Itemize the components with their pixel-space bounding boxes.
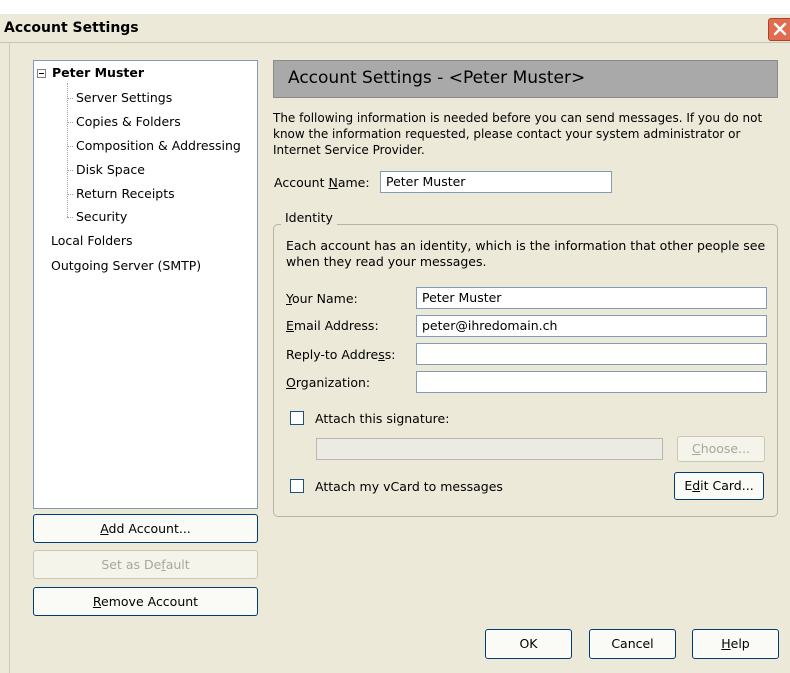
cancel-button[interactable]: Cancel (589, 629, 676, 659)
account-name-label-pre: Account (274, 175, 329, 190)
attach-signature-label[interactable]: Attach this signature: (315, 411, 449, 426)
your-name-label-post: our Name: (291, 291, 358, 306)
tree-connector (67, 194, 73, 195)
help-label: elp (730, 636, 750, 651)
tree-connector (67, 217, 73, 218)
attach-vcard-checkbox[interactable] (290, 479, 304, 493)
intro-text: The following information is needed befo… (273, 111, 763, 157)
reply-to-label: Reply-to Address: (286, 347, 395, 362)
account-name-label: Account Name: (274, 175, 370, 190)
identity-description: Each account has an identity, which is t… (286, 238, 766, 269)
choose-accesskey: C (691, 441, 701, 456)
account-name-field[interactable]: Peter Muster (380, 171, 612, 193)
attach-signature-checkbox[interactable] (290, 411, 304, 425)
reply-to-label-post: s: (384, 347, 396, 362)
close-icon (773, 22, 787, 36)
email-address-field[interactable]: peter@ihredomain.ch (416, 315, 767, 337)
email-label-post: mail Address: (293, 318, 379, 333)
close-button[interactable] (768, 18, 790, 41)
email-label: Email Address: (286, 318, 379, 333)
title-bar[interactable]: Account Settings (0, 14, 790, 43)
panel-title: Account Settings - <Peter Muster> (288, 68, 586, 88)
signature-file-field[interactable] (316, 438, 663, 460)
remove-account-label-rest: emove Account (101, 594, 199, 609)
attach-vcard-label[interactable]: Attach my vCard to messages (315, 479, 503, 494)
collapse-icon[interactable] (37, 69, 46, 78)
tree-item-composition-addressing[interactable]: Composition & Addressing (76, 138, 241, 153)
email-accesskey: E (286, 318, 294, 333)
organization-label: Organization: (286, 375, 370, 390)
tree-item-outgoing-server[interactable]: Outgoing Server (SMTP) (51, 258, 201, 273)
window-border (9, 42, 10, 673)
account-name-label-post: ame: (337, 175, 370, 190)
your-name-field[interactable]: Peter Muster (416, 287, 767, 309)
tree-connector (67, 122, 73, 123)
account-tree[interactable]: Peter Muster Server Settings Copies & Fo… (33, 60, 258, 509)
choose-button[interactable]: Choose... (677, 436, 765, 462)
organization-field[interactable] (416, 371, 767, 393)
add-account-button[interactable]: Add Account... (33, 514, 258, 543)
edit-card-label-post: it Card... (700, 478, 754, 493)
tree-item-copies-folders[interactable]: Copies & Folders (76, 114, 181, 129)
set-as-default-button[interactable]: Set as Default (33, 550, 258, 579)
your-name-label: Your Name: (286, 291, 358, 306)
remove-account-button[interactable]: Remove Account (33, 587, 258, 616)
tree-connector (67, 146, 73, 147)
tree-item-local-folders[interactable]: Local Folders (51, 233, 133, 248)
edit-card-button[interactable]: Edit Card... (674, 472, 764, 500)
tree-connector (67, 170, 73, 171)
tree-connector (67, 98, 73, 99)
reply-to-label-pre: Reply-to Addre (286, 347, 379, 362)
organization-accesskey: O (286, 375, 296, 390)
tree-item-disk-space[interactable]: Disk Space (76, 162, 145, 177)
add-account-label-rest: dd Account... (108, 521, 191, 536)
tree-item-return-receipts[interactable]: Return Receipts (76, 186, 175, 201)
reply-to-field[interactable] (416, 343, 767, 365)
panel-header: Account Settings - <Peter Muster> (273, 60, 778, 98)
account-name-accesskey: N (328, 175, 338, 190)
window-title: Account Settings (4, 20, 139, 36)
edit-card-accesskey: d (692, 478, 701, 493)
identity-legend: Identity (281, 210, 337, 225)
add-account-accesskey: A (100, 521, 109, 536)
organization-label-post: rganization: (295, 375, 371, 390)
tree-guide-line (67, 83, 68, 217)
set-default-label: Set as De (101, 557, 162, 572)
choose-label: hoose... (700, 441, 751, 456)
tree-item-peter-muster[interactable]: Peter Muster (52, 65, 144, 80)
set-default-label-rest: ault (165, 557, 190, 572)
tree-item-security[interactable]: Security (76, 209, 127, 224)
ok-button[interactable]: OK (485, 629, 572, 659)
remove-account-accesskey: R (92, 594, 102, 609)
help-button[interactable]: Help (692, 629, 779, 659)
help-accesskey: H (721, 636, 731, 651)
tree-item-server-settings[interactable]: Server Settings (76, 90, 172, 105)
